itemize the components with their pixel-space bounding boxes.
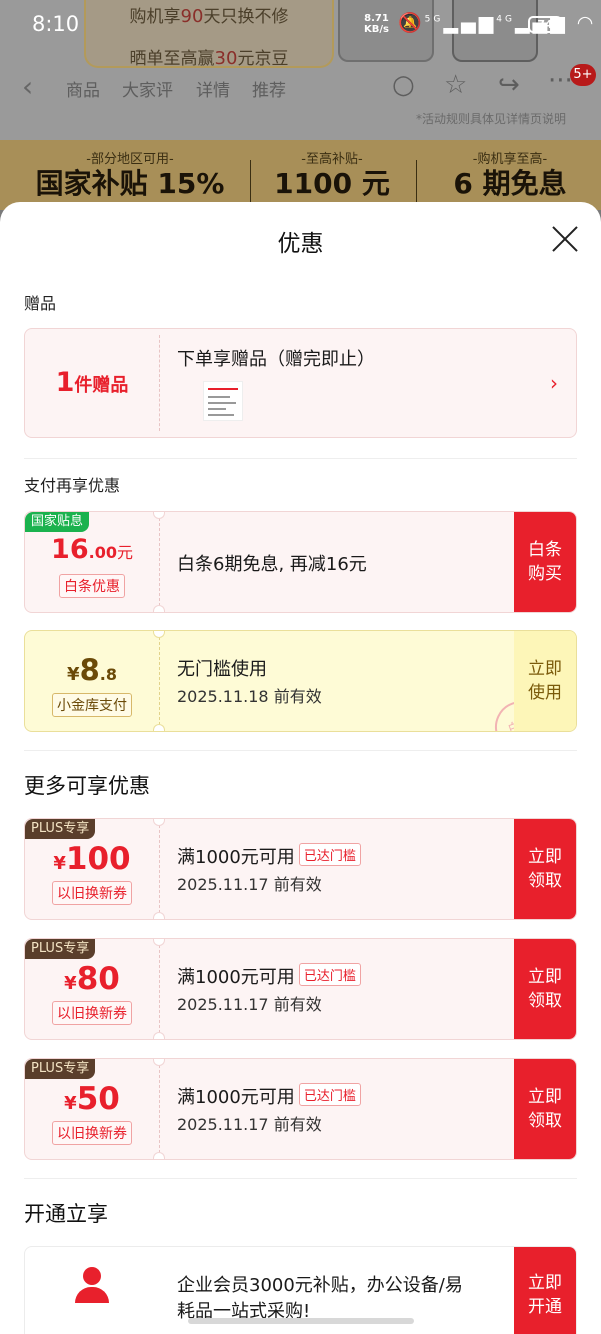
tab-details[interactable]: 详情 [196,76,230,101]
trade-in-chip: 以旧换新券 [52,1121,132,1145]
threshold-badge: 已达门槛 [298,843,361,866]
baitiao-buy-button[interactable]: 白条购买 [514,512,576,612]
coupon-card: PLUS专享 ¥50 以旧换新券 满1000元可用 已达门槛 2025.11.17… [24,1058,577,1160]
share-icon[interactable]: ↪ [498,70,520,100]
jinku-card: ¥8.8 小金库支付 无门槛使用 2025.11.18 前有效 白条 立即使用 [24,630,577,732]
coupon-desc: 满1000元可用 [177,967,295,988]
jinku-valid: 2025.11.18 前有效 [177,687,322,706]
trade-in-chip: 以旧换新券 [52,1001,132,1025]
coupon-valid: 2025.11.17 前有效 [177,875,322,894]
subsidy-strip: -部分地区可用- 国家补贴 15% -至高补贴- 1100 元 -购机享至高- … [0,140,601,210]
threshold-badge: 已达门槛 [298,1083,361,1106]
payment-heading: 支付再享优惠 [24,476,121,495]
coupon-valid: 2025.11.17 前有效 [177,995,322,1014]
open-membership-button[interactable]: 立即开通 [514,1247,576,1334]
signal-icons: 🔕5G▂▄▆4G▂▄▆ ◠ [398,12,597,34]
rule-note: *活动规则具体见详情页说明 [416,112,567,126]
message-badge: 5+ [570,64,596,86]
gift-card[interactable]: 1件赠品 下单享赠品（赠完即止） › [24,328,577,438]
sheet-title: 优惠 [277,231,324,257]
jinku-desc: 无门槛使用 [177,659,267,680]
discount-sheet: 优惠 赠品 1件赠品 下单享赠品（赠完即止） › 支付再享优惠 国家贴息 16.… [0,202,601,1334]
gift-title: 下单享赠品（赠完即止） [177,349,375,370]
claim-coupon-button[interactable]: 立即领取 [514,939,576,1039]
tab-recommend[interactable]: 推荐 [252,76,286,101]
coupon-valid: 2025.11.17 前有效 [177,1115,322,1134]
baitiao-desc: 白条6期免息, 再减16元 [177,554,367,575]
status-bar: 8:10 8.71 KB/s 🔕5G▂▄▆4G▂▄▆ ◠ 74 [0,0,601,50]
claim-coupon-button[interactable]: 立即领取 [514,819,576,919]
baitiao-chip: 白条优惠 [59,574,125,598]
search-icon[interactable]: ○ [392,70,415,100]
person-icon [75,1267,109,1303]
threshold-badge: 已达门槛 [298,963,361,986]
gift-heading: 赠品 [24,294,57,313]
tab-product[interactable]: 商品 [66,76,100,101]
coupon-desc: 满1000元可用 [177,1087,295,1108]
more-offers-heading: 更多可享优惠 [24,774,150,798]
membership-heading: 开通立享 [24,1202,108,1226]
product-nav-bar: ‹ 商品 大家评 详情 推荐 ○ ☆ ↪ ··· 5+ [0,62,601,112]
claim-coupon-button[interactable]: 立即领取 [514,1059,576,1159]
net-speed: 8.71 KB/s [364,13,389,35]
back-icon[interactable]: ‹ [22,70,33,103]
tab-reviews[interactable]: 大家评 [122,76,173,101]
coupon-desc: 满1000元可用 [177,847,295,868]
gift-thumbnail [203,381,243,421]
star-icon[interactable]: ☆ [444,70,467,100]
status-time: 8:10 [32,12,80,36]
chevron-right-icon[interactable]: › [550,371,558,395]
more-icon[interactable]: ··· [548,66,573,96]
coupon-card: PLUS专享 ¥100 以旧换新券 满1000元可用 已达门槛 2025.11.1… [24,818,577,920]
baitiao-card: 国家贴息 16.00元 白条优惠 白条6期免息, 再减16元 白条购买 [24,511,577,613]
membership-desc-1: 企业会员3000元补贴，办公设备/易 [177,1275,463,1296]
jinku-use-button[interactable]: 立即使用 [514,631,576,731]
battery-icon: 74 [528,16,562,33]
home-indicator[interactable] [188,1318,414,1324]
trade-in-chip: 以旧换新券 [52,881,132,905]
jinku-chip: 小金库支付 [52,693,132,717]
close-icon[interactable] [550,224,580,254]
coupon-card: PLUS专享 ¥80 以旧换新券 满1000元可用 已达门槛 2025.11.17… [24,938,577,1040]
